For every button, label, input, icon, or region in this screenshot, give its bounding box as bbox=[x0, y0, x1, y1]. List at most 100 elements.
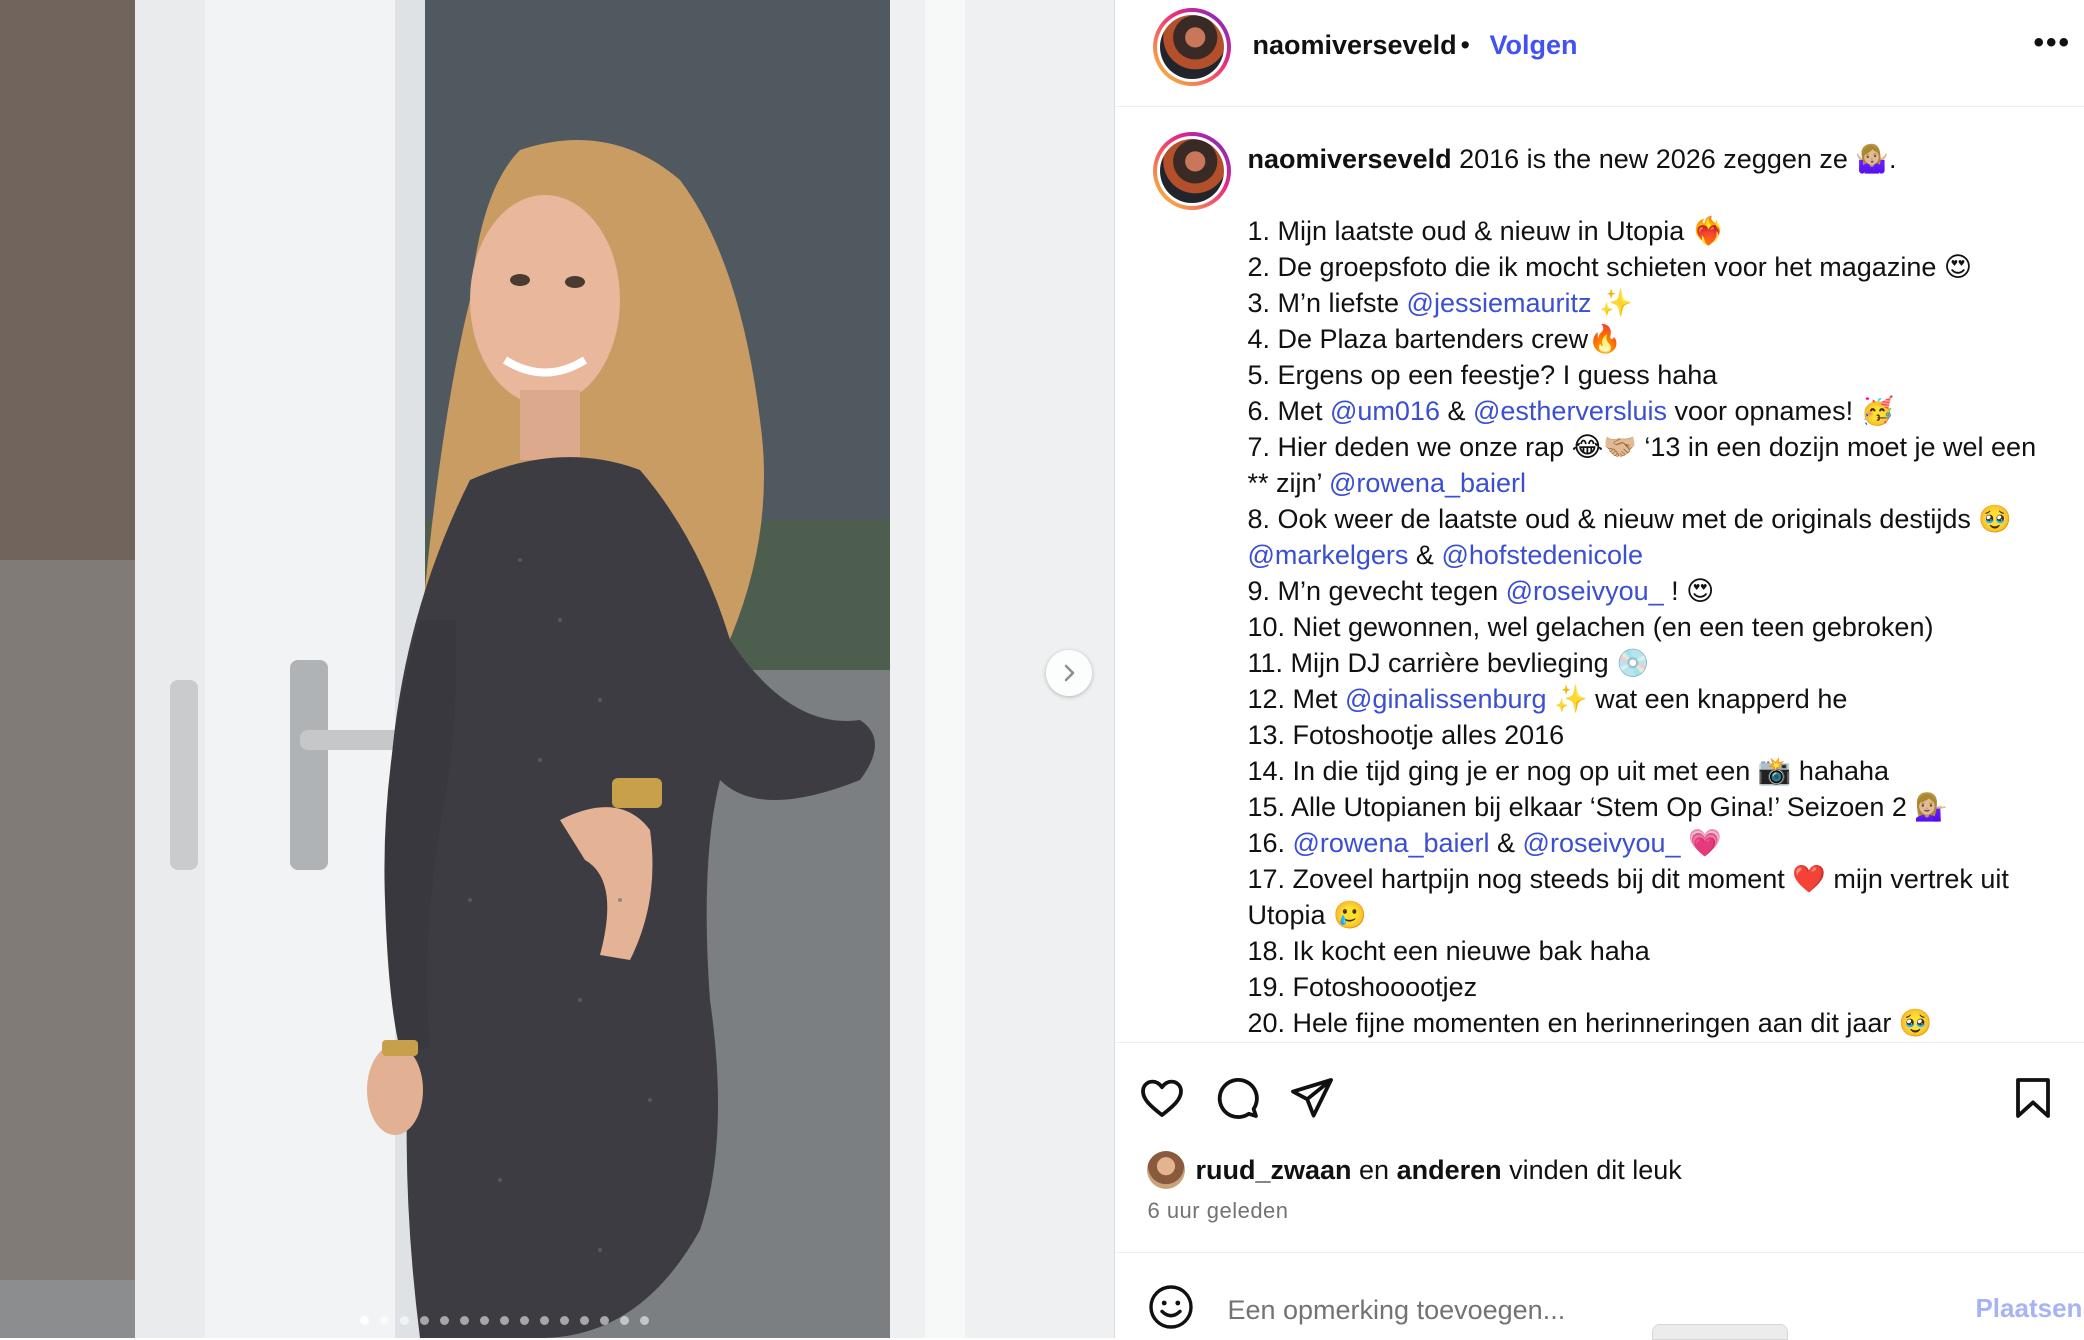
caption-line: 19. Fotoshooootjez bbox=[1247, 969, 2057, 1005]
instagram-post: naomiverseveld • Volgen ••• naomiverseve… bbox=[0, 0, 2084, 1340]
caption-segment: & bbox=[1408, 540, 1442, 570]
likes-connector: en bbox=[1359, 1154, 1390, 1185]
caption-line: 7. Hier deden we onze rap 😂🤝🏼 ‘13 in een… bbox=[1247, 429, 2057, 501]
chevron-right-icon bbox=[1064, 664, 1075, 682]
carousel-dot bbox=[540, 1316, 549, 1325]
share-icon bbox=[1291, 1078, 1334, 1118]
carousel-dot bbox=[520, 1316, 529, 1325]
caption-segment: 15. Alle Utopianen bij elkaar ‘Stem Op G… bbox=[1247, 792, 1948, 822]
mention-link[interactable]: @estherversluis bbox=[1473, 396, 1667, 426]
post-timestamp[interactable]: 6 uur geleden bbox=[1147, 1198, 1288, 1224]
caption-area[interactable]: naomiverseveld 2016 is the new 2026 zegg… bbox=[1115, 107, 2084, 1042]
mention-link[interactable]: @ginalissenburg bbox=[1345, 684, 1547, 714]
author-username[interactable]: naomiverseveld bbox=[1252, 30, 1456, 61]
caption-line: 4. De Plaza bartenders crew🔥 bbox=[1247, 321, 2057, 357]
caption-segment: ! 😍 bbox=[1663, 576, 1715, 606]
caption-segment: ✨ wat een knapperd he bbox=[1546, 684, 1848, 714]
likes-suffix: vinden dit leuk bbox=[1509, 1154, 1682, 1185]
caption-line: 16. @rowena_baierl & @roseivyou_ 💗 bbox=[1247, 825, 2057, 861]
caption-segment: ✨ bbox=[1591, 288, 1633, 318]
caption-line: 11. Mijn DJ carrière bevlieging 💿 bbox=[1247, 645, 2057, 681]
caption-segment: 17. Zoveel hartpijn nog steeds bij dit m… bbox=[1247, 864, 2009, 930]
caption-segment: & bbox=[1489, 828, 1523, 858]
carousel-dot bbox=[480, 1316, 489, 1325]
caption-segment: 14. In die tijd ging je er nog op uit me… bbox=[1247, 756, 1890, 786]
save-button[interactable] bbox=[2008, 1073, 2058, 1123]
heart-icon bbox=[1141, 1079, 1184, 1117]
mention-link[interactable]: @rowena_baierl bbox=[1293, 828, 1490, 858]
caption-line: 2. De groepsfoto die ik mocht schieten v… bbox=[1247, 249, 2057, 285]
carousel-dot bbox=[580, 1316, 589, 1325]
caption-segment: 18. Ik kocht een nieuwe bak haha bbox=[1247, 936, 1650, 966]
post-photo bbox=[0, 0, 1115, 1338]
comment-bar: Plaatsen bbox=[1115, 1252, 2084, 1339]
caption-segment: 💗 bbox=[1680, 828, 1722, 858]
caption-segment: 12. Met bbox=[1247, 684, 1346, 714]
caption-line: 8. Ook weer de laatste oud & nieuw met d… bbox=[1247, 501, 2057, 573]
caption-segment: 13. Fotoshootje alles 2016 bbox=[1247, 720, 1565, 750]
more-icon[interactable]: ••• bbox=[2033, 26, 2071, 60]
caption-list: 1. Mijn laatste oud & nieuw in Utopia ❤️… bbox=[1247, 213, 2057, 1041]
caption-segment: 20. Hele fijne momenten en herinneringen… bbox=[1247, 1008, 1933, 1038]
carousel-dot bbox=[600, 1316, 609, 1325]
comment-button[interactable] bbox=[1212, 1073, 1262, 1123]
post-panel: naomiverseveld • Volgen ••• naomiverseve… bbox=[1114, 0, 2084, 1340]
caption-avatar[interactable] bbox=[1153, 132, 1232, 210]
post-comment-button[interactable]: Plaatsen bbox=[1975, 1293, 2082, 1324]
likes-summary: ruud_zwaan en anderen vinden dit leuk bbox=[1147, 1150, 1682, 1190]
follow-button[interactable]: Volgen bbox=[1489, 30, 1577, 61]
next-slide-button[interactable] bbox=[1046, 650, 1092, 696]
action-bar bbox=[1115, 1042, 2084, 1151]
liker-username[interactable]: ruud_zwaan bbox=[1195, 1155, 1351, 1186]
share-button[interactable] bbox=[1287, 1073, 1337, 1123]
caption-line: 20. Hele fijne momenten en herinneringen… bbox=[1247, 1005, 2057, 1041]
like-button[interactable] bbox=[1137, 1073, 1187, 1123]
caption-segment: 9. M’n gevecht tegen bbox=[1247, 576, 1506, 606]
mention-link[interactable]: @um016 bbox=[1330, 396, 1440, 426]
carousel-indicator bbox=[360, 1316, 649, 1325]
author-avatar[interactable] bbox=[1153, 8, 1232, 86]
comment-input[interactable] bbox=[1225, 1291, 1930, 1329]
carousel-dot bbox=[500, 1316, 509, 1325]
caption-segment: 2. De groepsfoto die ik mocht schieten v… bbox=[1247, 252, 1972, 282]
caption-line: 5. Ergens op een feestje? I guess haha bbox=[1247, 357, 2057, 393]
post-header: naomiverseveld • Volgen ••• bbox=[1115, 0, 2084, 107]
caption-segment: 1. Mijn laatste oud & nieuw in Utopia ❤️… bbox=[1247, 216, 1726, 246]
caption-line: 3. M’n liefste @jessiemauritz ✨ bbox=[1247, 285, 2057, 321]
caption-intro: naomiverseveld 2016 is the new 2026 zegg… bbox=[1247, 141, 2057, 177]
bookmark-icon bbox=[2016, 1078, 2051, 1118]
caption-line: 12. Met @ginalissenburg ✨ wat een knappe… bbox=[1247, 681, 2057, 717]
mention-link[interactable]: @rowena_baierl bbox=[1329, 468, 1526, 498]
carousel-dot bbox=[380, 1316, 389, 1325]
caption-line: 9. M’n gevecht tegen @roseivyou_ ! 😍 bbox=[1247, 573, 2057, 609]
comment-icon bbox=[1218, 1078, 1260, 1119]
caption-line: 18. Ik kocht een nieuwe bak haha bbox=[1247, 933, 2057, 969]
mention-link[interactable]: @markelgers bbox=[1247, 540, 1408, 570]
caption-segment: 16. bbox=[1247, 828, 1293, 858]
emoji-icon[interactable] bbox=[1147, 1283, 1195, 1331]
likes-others-link[interactable]: anderen bbox=[1397, 1155, 1502, 1186]
caption-segment: 6. Met bbox=[1247, 396, 1330, 426]
mention-link[interactable]: @roseivyou_ bbox=[1523, 828, 1681, 858]
caption-line: 13. Fotoshootje alles 2016 bbox=[1247, 717, 2057, 753]
liker-avatar[interactable] bbox=[1147, 1151, 1186, 1189]
caption-username[interactable]: naomiverseveld bbox=[1247, 144, 1451, 174]
caption-line: 14. In die tijd ging je er nog op uit me… bbox=[1247, 753, 2057, 789]
mention-link[interactable]: @roseivyou_ bbox=[1506, 576, 1664, 606]
mention-link[interactable]: @hofstedenicole bbox=[1441, 540, 1643, 570]
carousel-dot bbox=[400, 1316, 409, 1325]
carousel-dot bbox=[440, 1316, 449, 1325]
caption-line: 1. Mijn laatste oud & nieuw in Utopia ❤️… bbox=[1247, 213, 2057, 249]
caption-segment: voor opnames! 🥳 bbox=[1666, 396, 1895, 426]
caption-segment: 19. Fotoshooootjez bbox=[1247, 972, 1478, 1002]
carousel-dot bbox=[360, 1316, 369, 1325]
post-media[interactable] bbox=[0, 0, 1115, 1338]
caption-segment: 10. Niet gewonnen, wel gelachen (en een … bbox=[1247, 612, 1934, 642]
caption-segment: 11. Mijn DJ carrière bevlieging 💿 bbox=[1247, 648, 1650, 678]
mention-link[interactable]: @jessiemauritz bbox=[1407, 288, 1592, 318]
caption-segment: & bbox=[1439, 396, 1473, 426]
caption-text: naomiverseveld 2016 is the new 2026 zegg… bbox=[1247, 141, 2057, 1041]
caption-segment: 8. Ook weer de laatste oud & nieuw met d… bbox=[1247, 504, 2012, 534]
carousel-dot bbox=[640, 1316, 649, 1325]
carousel-dot bbox=[620, 1316, 629, 1325]
